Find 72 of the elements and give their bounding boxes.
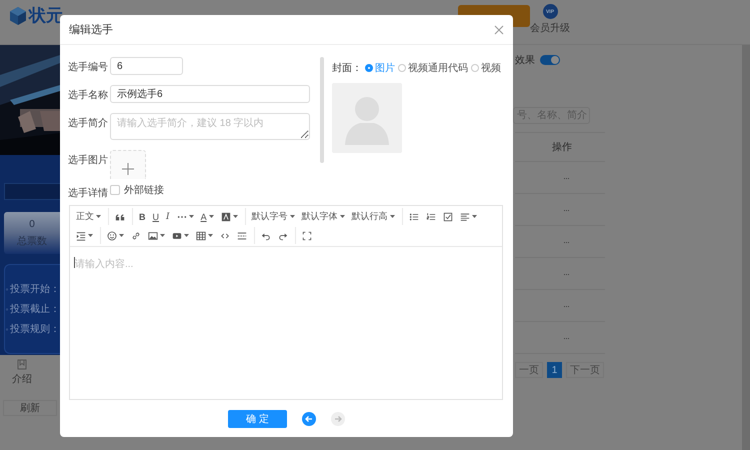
column-header: 操作 (552, 141, 572, 154)
number-field[interactable]: 6 (110, 57, 183, 75)
format-dropdown[interactable]: 默认字号 (248, 208, 298, 224)
image-icon (148, 230, 158, 240)
field-label: 选手简介 (68, 116, 108, 130)
italic-button[interactable]: I (163, 208, 173, 224)
caret-icon (340, 215, 345, 218)
fullscreen-icon (302, 230, 312, 240)
table-icon (196, 230, 206, 240)
align-icon (460, 212, 470, 222)
video-icon (172, 230, 182, 240)
bullet-list-icon (408, 212, 419, 222)
close-button[interactable] (494, 24, 504, 34)
field-label: 选手编号 (68, 60, 108, 74)
toggle-label: 效果 (515, 54, 535, 67)
plus-icon (122, 163, 134, 175)
bold-button[interactable]: B (136, 208, 148, 224)
underline-button[interactable]: U (150, 208, 162, 224)
avatar-placeholder-icon (332, 83, 402, 153)
redo-icon (278, 230, 288, 240)
more-actions[interactable]: ··· (563, 332, 569, 342)
lines-icon (237, 230, 247, 240)
font-color-button[interactable]: A (198, 208, 217, 224)
checkbox-label[interactable]: 外部链接 (124, 183, 164, 197)
highlight-icon (220, 212, 231, 222)
scrollbar[interactable] (320, 57, 324, 163)
format-dropdown[interactable]: 正文 (73, 208, 104, 224)
format-dropdown[interactable]: 默认字体 (298, 208, 348, 224)
name-field[interactable]: 示例选手6 (110, 85, 310, 103)
toggle-switch[interactable] (540, 55, 560, 65)
rich-text-editor[interactable]: 正文 B U I A 默认字号 默认字体 默认行高 请输入内容... (69, 205, 503, 400)
radio-option[interactable]: 视频通用代码 (398, 61, 468, 75)
undo-icon (261, 230, 271, 240)
field-label: 选手详情 (68, 186, 108, 200)
smiley-icon (107, 230, 117, 240)
caret-icon (390, 215, 395, 218)
caret-icon (290, 215, 295, 218)
editor-placeholder: 请输入内容... (75, 258, 134, 271)
close-icon (494, 24, 504, 34)
indent-icon (76, 230, 86, 240)
quote-icon (115, 212, 125, 222)
checkbox-icon (442, 212, 453, 222)
radio-option[interactable]: 视频 (471, 61, 501, 75)
upload-box[interactable] (110, 150, 146, 179)
checkbox[interactable] (110, 185, 120, 195)
vip-label[interactable]: 会员升级 (530, 21, 570, 35)
radio-option[interactable]: 图片 (365, 61, 395, 75)
caret-icon (96, 215, 101, 218)
dialog-title: 编辑选手 (69, 23, 113, 37)
refresh-button[interactable]: 刷新 (3, 400, 57, 416)
numbered-list-icon (426, 212, 436, 222)
info-text: 投票规则： (10, 322, 60, 336)
back-button[interactable] (302, 412, 316, 426)
more-actions[interactable]: ··· (563, 300, 569, 310)
format-dropdown[interactable]: 默认行高 (348, 208, 398, 224)
link-icon (131, 230, 141, 240)
more-actions[interactable]: ··· (563, 236, 569, 246)
field-label: 选手名称 (68, 88, 108, 102)
confirm-button[interactable]: 确 定 (228, 410, 287, 428)
info-text: 投票截止： (10, 302, 60, 316)
intro-tab[interactable]: 介绍 (12, 372, 32, 386)
more-actions[interactable]: ··· (563, 204, 569, 214)
intro-field[interactable]: 请输入选手简介，建议 18 字以内 (110, 113, 310, 140)
info-text: 投票开始： (10, 282, 60, 296)
cover-label: 封面： (332, 62, 362, 75)
more-actions[interactable]: ··· (563, 268, 569, 278)
field-label: 选手图片 (68, 154, 108, 167)
cube-logo-icon (10, 6, 26, 24)
page-button[interactable]: 1 (547, 362, 562, 378)
more-actions[interactable]: ··· (563, 172, 569, 182)
total-votes-value: 0 (29, 218, 35, 230)
header-strip (4, 183, 60, 200)
